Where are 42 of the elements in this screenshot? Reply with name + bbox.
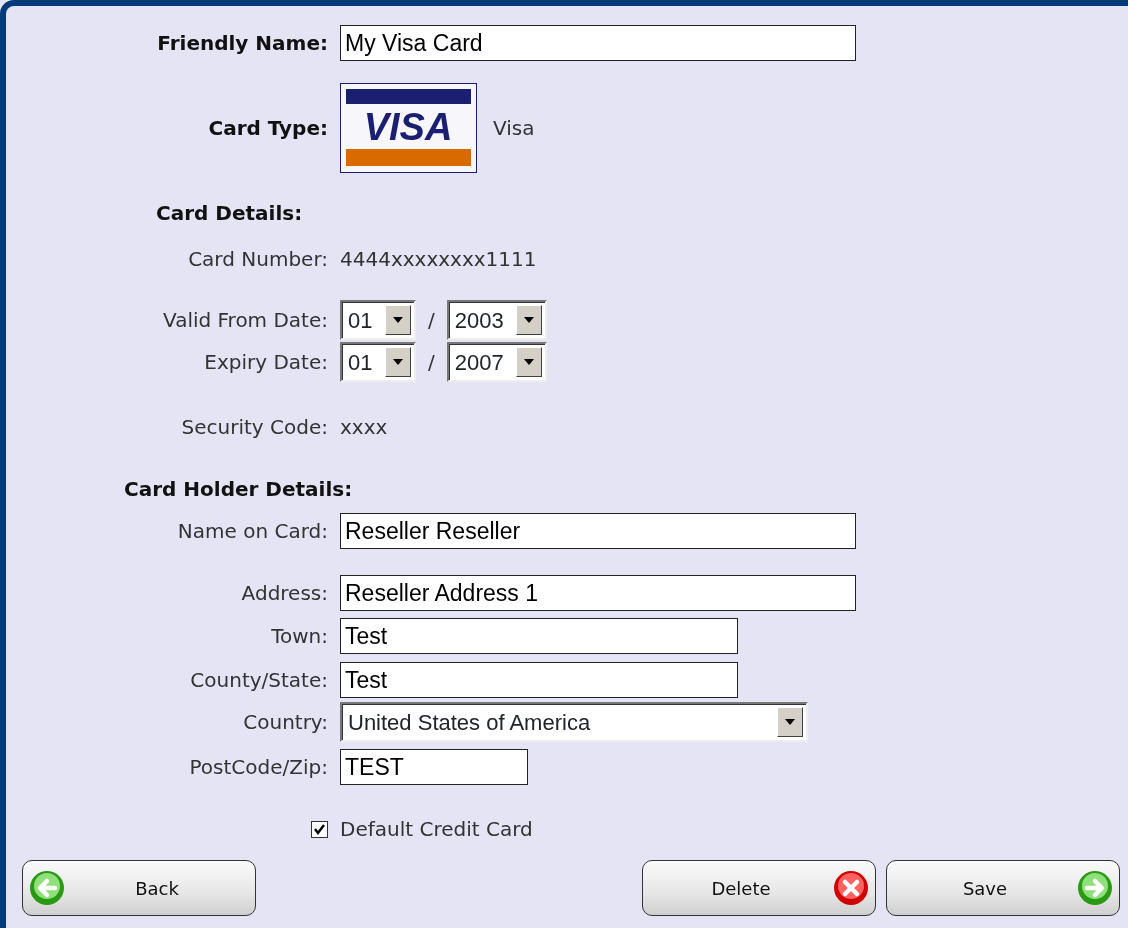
caret-icon (392, 358, 404, 366)
visa-logo: VISA (340, 83, 477, 173)
caret-icon (784, 718, 796, 726)
section-heading: Card Holder Details: (124, 476, 353, 503)
section-heading: Card Details: (156, 200, 303, 227)
separator-text: / (428, 349, 435, 376)
caret-icon (522, 316, 535, 324)
security-code-text: xxxx (340, 414, 388, 441)
text-field[interactable]: Reseller Reseller (340, 513, 856, 549)
field-label: Card Type: (207, 115, 329, 142)
card-number-text: 4444xxxxxxxx1111 (340, 246, 537, 273)
card-type-text: Visa (493, 115, 535, 142)
field-label: Address: (240, 580, 329, 607)
month-dropdown[interactable]: 01 (340, 300, 416, 340)
field-label: Card Number: (187, 246, 329, 273)
text-field[interactable]: Test (340, 618, 738, 654)
text-field[interactable]: Test (340, 662, 738, 698)
year-dropdown[interactable]: 2007 (446, 342, 547, 382)
field-label: Valid From Date: (162, 307, 329, 334)
field-label: Friendly Name: (156, 30, 329, 57)
year-dropdown[interactable]: 2003 (446, 300, 547, 340)
field-label: County/State: (189, 667, 329, 694)
caret-icon (392, 316, 404, 324)
field-label: Town: (270, 623, 329, 650)
text-field[interactable]: TEST (340, 749, 528, 785)
separator-text: / (428, 307, 435, 334)
text-field[interactable]: Reseller Address 1 (340, 575, 856, 611)
checkbox-label: Default Credit Card (340, 816, 533, 843)
caret-icon (522, 358, 535, 366)
delete-button[interactable]: Delete (642, 860, 876, 916)
field-label: Expiry Date: (203, 349, 329, 376)
checkbox[interactable] (311, 820, 328, 838)
month-dropdown[interactable]: 01 (340, 342, 416, 382)
save-button[interactable]: Save (886, 860, 1120, 916)
field-label: Security Code: (180, 414, 329, 441)
back-button[interactable]: Back (22, 860, 256, 916)
field-label: Country: (242, 709, 329, 736)
country-dropdown[interactable]: United States of America (340, 702, 808, 742)
close-icon (833, 870, 869, 906)
field-label: PostCode/Zip: (188, 754, 329, 781)
text-field[interactable]: My Visa Card (340, 25, 856, 61)
field-label: Name on Card: (176, 518, 329, 545)
